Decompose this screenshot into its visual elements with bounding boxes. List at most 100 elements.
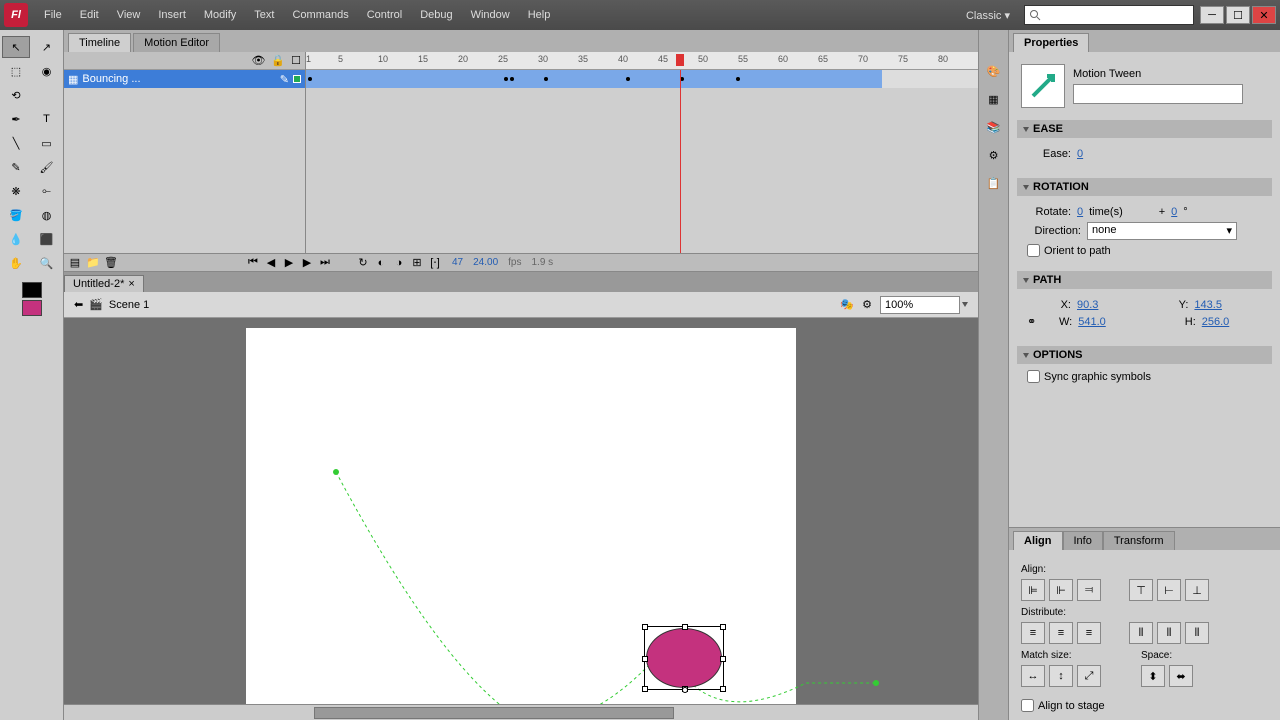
space-horiz-button[interactable]: ⬌ — [1169, 665, 1193, 687]
menu-file[interactable]: File — [36, 5, 70, 25]
lock-icon[interactable]: 🔒 — [271, 54, 285, 67]
menu-help[interactable]: Help — [520, 5, 559, 25]
step-forward-button[interactable]: ▶ — [300, 256, 314, 270]
menu-modify[interactable]: Modify — [196, 5, 244, 25]
project-panel-icon[interactable]: 📋 — [983, 172, 1005, 194]
menu-window[interactable]: Window — [463, 5, 518, 25]
align-right-button[interactable]: ⫤ — [1077, 579, 1101, 601]
timeline-ruler[interactable]: 1510152025303540455055606570758085 — [306, 52, 978, 70]
goto-first-button[interactable]: ⏮ — [246, 256, 260, 270]
instance-name-input[interactable] — [1073, 84, 1243, 104]
match-both-button[interactable]: ⤢ — [1077, 665, 1101, 687]
swatches-panel-icon[interactable]: ▦ — [983, 88, 1005, 110]
align-top-button[interactable]: ⊤ — [1129, 579, 1153, 601]
onion-skin-button[interactable]: ◐ — [374, 256, 388, 270]
edit-multiple-button[interactable]: ⊞ — [410, 256, 424, 270]
zoom-tool[interactable]: 🔍 — [33, 252, 61, 274]
ease-value[interactable]: 0 — [1077, 148, 1083, 160]
dist-vcenter-button[interactable]: ≡ — [1049, 622, 1073, 644]
deco-tool[interactable]: ❋ — [2, 180, 30, 202]
dist-top-button[interactable]: ≡ — [1021, 622, 1045, 644]
selection-box[interactable] — [644, 626, 724, 690]
match-height-button[interactable]: ↕ — [1049, 665, 1073, 687]
frames-row[interactable] — [306, 70, 978, 88]
rotate-degrees[interactable]: 0 — [1171, 206, 1177, 218]
rectangle-tool[interactable]: ▭ — [33, 132, 61, 154]
path-x[interactable]: 90.3 — [1077, 299, 1098, 311]
onion-outline-button[interactable]: ◑ — [392, 256, 406, 270]
text-tool[interactable]: T — [33, 108, 61, 130]
subselection-tool[interactable]: ↗ — [33, 36, 61, 58]
path-h[interactable]: 256.0 — [1202, 316, 1230, 328]
dist-left-button[interactable]: ⦀ — [1129, 622, 1153, 644]
layer-color-swatch[interactable] — [293, 75, 301, 83]
paint-bucket-tool[interactable]: 🪣 — [2, 204, 30, 226]
stage-area[interactable] — [64, 318, 978, 704]
menu-debug[interactable]: Debug — [412, 5, 460, 25]
path-y[interactable]: 143.5 — [1194, 299, 1222, 311]
components-panel-icon[interactable]: ⚙ — [983, 144, 1005, 166]
stage[interactable] — [246, 328, 796, 704]
outline-icon[interactable]: ☐ — [291, 54, 301, 67]
tab-timeline[interactable]: Timeline — [68, 33, 131, 52]
playhead[interactable] — [676, 54, 684, 66]
sync-checkbox[interactable] — [1027, 370, 1040, 383]
rotate-times[interactable]: 0 — [1077, 206, 1083, 218]
stroke-color[interactable] — [22, 282, 42, 298]
eraser-tool[interactable]: ⬛ — [33, 228, 61, 250]
space-vert-button[interactable]: ⬍ — [1141, 665, 1165, 687]
3d-rotation-tool[interactable]: ◉ — [33, 60, 61, 82]
section-rotation[interactable]: ROTATION — [1017, 178, 1272, 196]
menu-edit[interactable]: Edit — [72, 5, 107, 25]
line-tool[interactable]: ╲ — [2, 132, 30, 154]
modify-markers-button[interactable]: [⋅] — [428, 256, 442, 270]
match-width-button[interactable]: ↔ — [1021, 665, 1045, 687]
new-folder-button[interactable]: 📁 — [86, 256, 100, 270]
play-button[interactable]: ▶ — [282, 256, 296, 270]
tab-align[interactable]: Align — [1013, 531, 1063, 550]
hand-tool[interactable]: ✋ — [2, 252, 30, 274]
ink-bottle-tool[interactable]: ◍ — [33, 204, 61, 226]
dist-hcenter-button[interactable]: ⦀ — [1157, 622, 1181, 644]
edit-scene-icon[interactable]: 🎭 — [840, 298, 854, 311]
menu-view[interactable]: View — [109, 5, 149, 25]
document-tab[interactable]: Untitled-2* × — [64, 275, 144, 292]
free-transform-tool[interactable]: ⬚ — [2, 60, 30, 82]
lasso-tool[interactable]: ⟲ — [2, 84, 30, 106]
fill-color[interactable] — [22, 300, 42, 316]
horizontal-scrollbar[interactable] — [64, 704, 978, 720]
direction-select[interactable]: none▾ — [1087, 222, 1237, 240]
path-w[interactable]: 541.0 — [1078, 316, 1106, 328]
new-layer-button[interactable]: ▤ — [68, 256, 82, 270]
delete-layer-button[interactable]: 🗑 — [104, 256, 118, 270]
step-back-button[interactable]: ◀ — [264, 256, 278, 270]
color-panel-icon[interactable]: 🎨 — [983, 60, 1005, 82]
orient-checkbox[interactable] — [1027, 244, 1040, 257]
layer-row[interactable]: ▦ Bouncing ... ✎ — [64, 70, 305, 88]
selection-tool[interactable]: ↖ — [2, 36, 30, 58]
align-bottom-button[interactable]: ⊥ — [1185, 579, 1209, 601]
link-wh-icon[interactable]: ⚭ — [1027, 315, 1036, 328]
tab-properties[interactable]: Properties — [1013, 33, 1089, 52]
close-tab-icon[interactable]: × — [128, 278, 134, 290]
align-left-button[interactable]: ⊫ — [1021, 579, 1045, 601]
edit-symbols-icon[interactable]: ⚙ — [862, 298, 872, 311]
loop-button[interactable]: ↻ — [356, 256, 370, 270]
visibility-icon[interactable]: 👁 — [251, 54, 265, 67]
pencil-tool[interactable]: ✎ — [2, 156, 30, 178]
section-ease[interactable]: EASE — [1017, 120, 1272, 138]
align-hcenter-button[interactable]: ⊩ — [1049, 579, 1073, 601]
menu-insert[interactable]: Insert — [150, 5, 194, 25]
goto-last-button[interactable]: ⏭ — [318, 256, 332, 270]
menu-commands[interactable]: Commands — [284, 5, 356, 25]
dist-bottom-button[interactable]: ≡ — [1077, 622, 1101, 644]
align-vcenter-button[interactable]: ⊢ — [1157, 579, 1181, 601]
zoom-dropdown-icon[interactable] — [962, 302, 968, 307]
section-options[interactable]: OPTIONS — [1017, 346, 1272, 364]
close-button[interactable]: ✕ — [1252, 6, 1276, 24]
section-path[interactable]: PATH — [1017, 271, 1272, 289]
menu-text[interactable]: Text — [246, 5, 282, 25]
tab-info[interactable]: Info — [1063, 531, 1103, 550]
align-stage-checkbox[interactable] — [1021, 699, 1034, 712]
zoom-input[interactable] — [880, 296, 960, 314]
